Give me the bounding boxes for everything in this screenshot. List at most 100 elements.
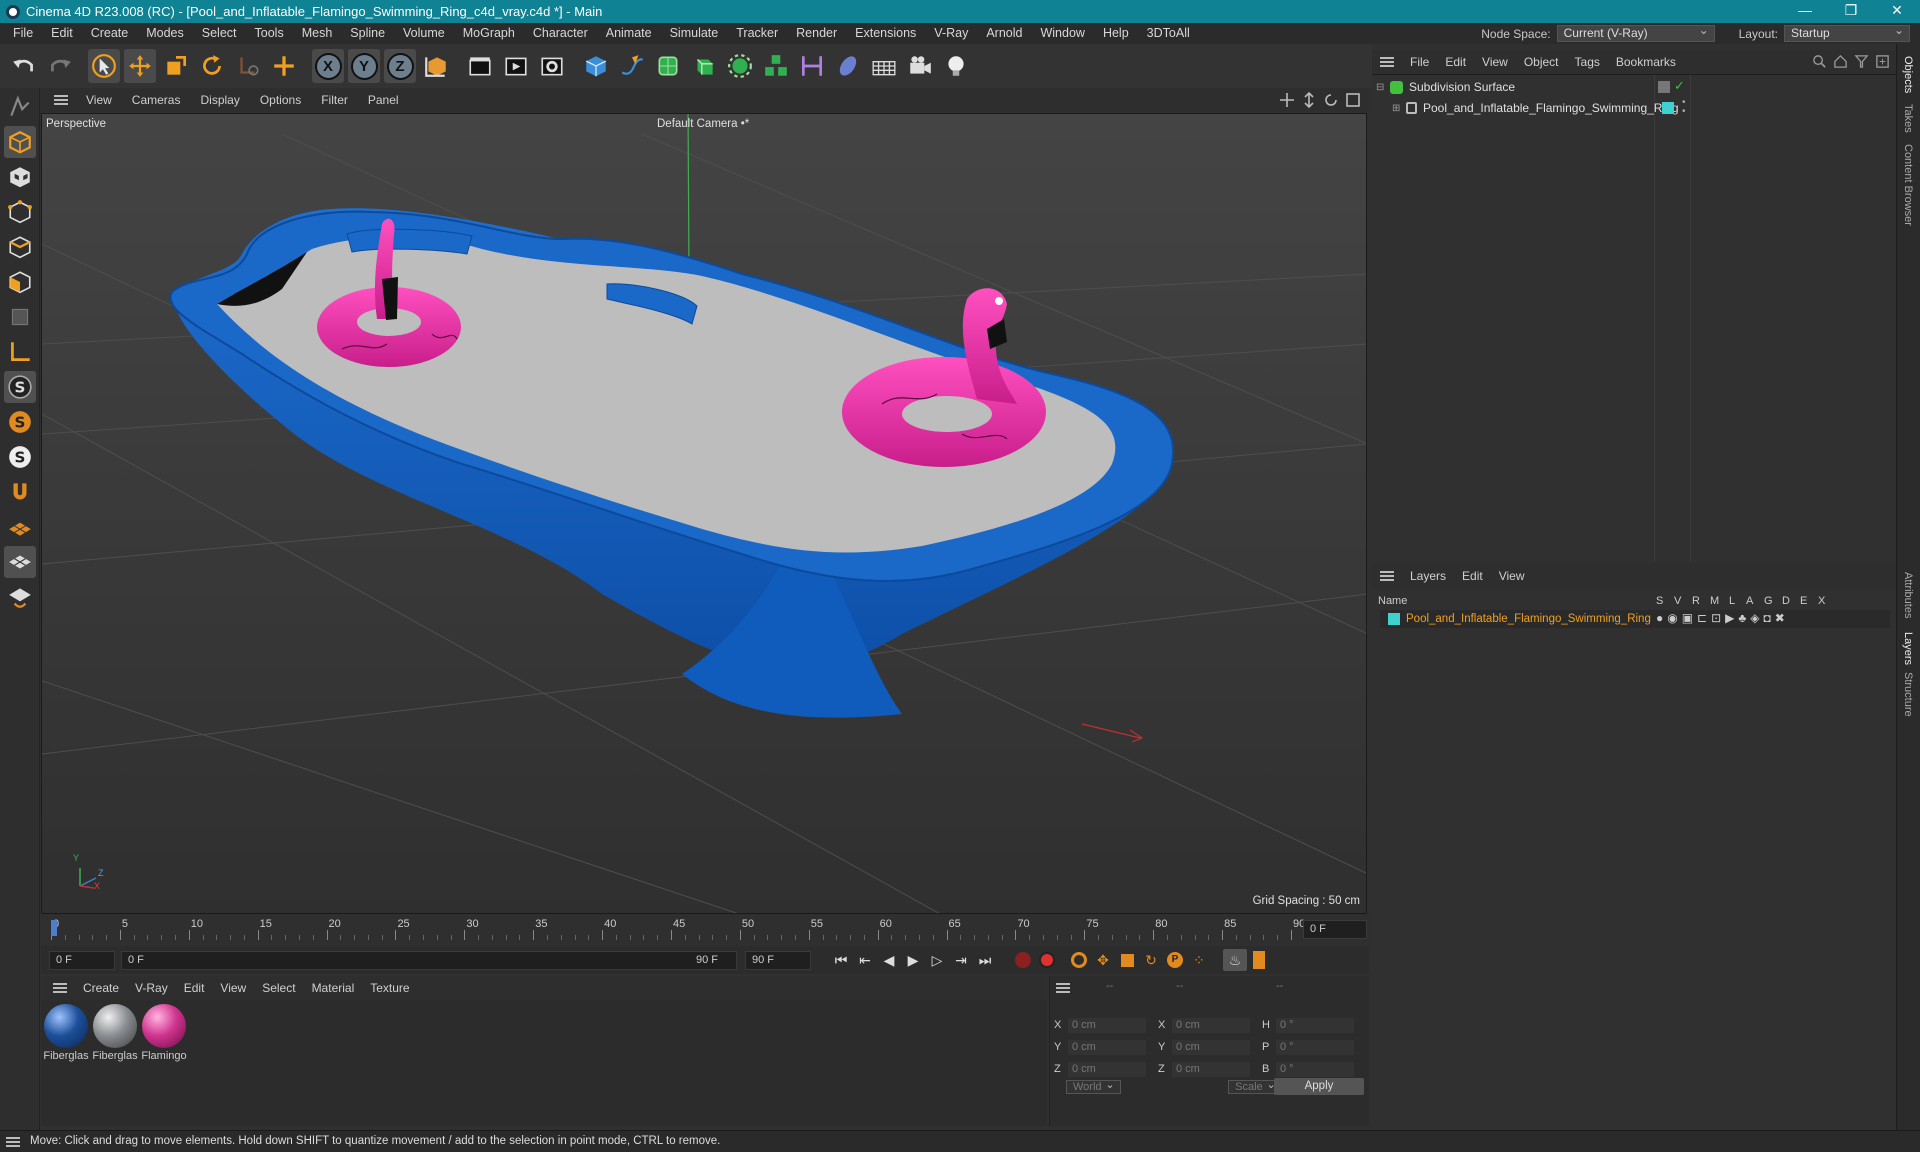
x-axis-lock-button[interactable]: X: [312, 49, 344, 83]
y-axis-lock-button[interactable]: Y: [348, 49, 380, 83]
viewport-menu-panel[interactable]: Panel: [358, 93, 409, 107]
key-parameter-button[interactable]: P: [1163, 949, 1187, 971]
workplane-button[interactable]: [4, 511, 36, 543]
status-hamburger-icon[interactable]: [6, 1137, 20, 1147]
object-row[interactable]: ⊟ Subdivision Surface ✓: [1376, 78, 1892, 96]
camera-button[interactable]: [904, 49, 936, 83]
viewport-menu-display[interactable]: Display: [190, 93, 249, 107]
viewport-menu-cameras[interactable]: Cameras: [122, 93, 191, 107]
move-tool-button[interactable]: [124, 49, 156, 83]
previous-key-button[interactable]: ⇤: [853, 949, 877, 971]
pan-view-icon[interactable]: [1279, 92, 1295, 108]
layer-menu-edit[interactable]: Edit: [1454, 569, 1491, 583]
magnet-button[interactable]: [4, 476, 36, 508]
object-menu-tags[interactable]: Tags: [1567, 55, 1608, 69]
search-icon[interactable]: [1812, 54, 1827, 69]
tab-attributes[interactable]: Attributes: [1902, 572, 1914, 618]
menu-simulate[interactable]: Simulate: [661, 23, 728, 44]
keyframe-selection-button[interactable]: [1067, 949, 1091, 971]
material-item[interactable]: Fiberglas: [43, 1000, 89, 1062]
mograph-button[interactable]: [760, 49, 792, 83]
size-z-field[interactable]: 0 cm: [1172, 1062, 1250, 1077]
key-scale-button[interactable]: [1115, 949, 1139, 971]
rotation-h-field[interactable]: 0 °: [1276, 1018, 1354, 1033]
menu-edit[interactable]: Edit: [42, 23, 82, 44]
menu-modes[interactable]: Modes: [137, 23, 193, 44]
node-space-dropdown[interactable]: Current (V-Ray): [1556, 23, 1715, 42]
material-menu-texture[interactable]: Texture: [362, 981, 417, 995]
layer-menu-view[interactable]: View: [1491, 569, 1533, 583]
material-menu-vray[interactable]: V-Ray: [127, 981, 176, 995]
menu-volume[interactable]: Volume: [394, 23, 454, 44]
extrude-button[interactable]: [688, 49, 720, 83]
enabled-check-icon[interactable]: ✓: [1674, 78, 1685, 94]
next-key-button[interactable]: ⇥: [949, 949, 973, 971]
rotate-view-icon[interactable]: [1323, 92, 1339, 108]
edge-mode-button[interactable]: [4, 231, 36, 263]
apply-button[interactable]: Apply: [1274, 1078, 1364, 1095]
material-hamburger-icon[interactable]: [53, 983, 67, 993]
go-to-start-button[interactable]: ⏮: [829, 949, 853, 971]
home-icon[interactable]: [1833, 54, 1848, 69]
rotate-tool-button[interactable]: [196, 49, 228, 83]
material-menu-edit[interactable]: Edit: [176, 981, 213, 995]
model-mode-button[interactable]: [4, 126, 36, 158]
key-pla-button[interactable]: ⁘: [1187, 949, 1211, 971]
coordinate-space-dropdown[interactable]: World: [1066, 1080, 1121, 1094]
layer-color-icon[interactable]: [1662, 102, 1674, 114]
material-menu-create[interactable]: Create: [75, 981, 127, 995]
material-menu-material[interactable]: Material: [304, 981, 363, 995]
snap-button[interactable]: S: [4, 371, 36, 403]
autokey-button[interactable]: [1035, 949, 1059, 971]
expand-icon[interactable]: ⊞: [1392, 103, 1402, 114]
field-button[interactable]: [832, 49, 864, 83]
layer-col-generators[interactable]: G: [1764, 595, 1773, 607]
workplane-snap-button[interactable]: S: [4, 441, 36, 473]
start-frame-field[interactable]: 0 F: [49, 950, 115, 970]
subdivision-surface-button[interactable]: [652, 49, 684, 83]
object-menu-edit[interactable]: Edit: [1437, 55, 1474, 69]
snap-settings-button[interactable]: S: [4, 406, 36, 438]
layer-col-animation[interactable]: A: [1746, 595, 1753, 607]
layer-col-name[interactable]: Name: [1378, 595, 1407, 607]
end-frame-field[interactable]: 90 F: [745, 950, 811, 970]
viewport-menu-options[interactable]: Options: [250, 93, 311, 107]
spline-pen-button[interactable]: [616, 49, 648, 83]
maximize-view-icon[interactable]: [1345, 92, 1361, 108]
tab-structure[interactable]: Structure: [1902, 672, 1914, 717]
collapse-icon[interactable]: ⊟: [1376, 82, 1386, 93]
texture-mode-button[interactable]: [4, 161, 36, 193]
viewport-menu-view[interactable]: View: [76, 93, 122, 107]
coords-hamburger-icon[interactable]: [1056, 983, 1070, 993]
redo-button[interactable]: [44, 49, 76, 83]
viewport-menu-filter[interactable]: Filter: [311, 93, 358, 107]
tab-content-browser[interactable]: Content Browser: [1902, 144, 1914, 226]
tab-objects[interactable]: Objects: [1902, 56, 1914, 93]
filter-icon[interactable]: [1854, 54, 1869, 69]
layer-col-view[interactable]: V: [1674, 595, 1681, 607]
object-hamburger-icon[interactable]: [1380, 57, 1394, 67]
point-mode-button[interactable]: [4, 196, 36, 228]
record-button[interactable]: [1011, 949, 1035, 971]
menu-extensions[interactable]: Extensions: [846, 23, 925, 44]
menu-character[interactable]: Character: [524, 23, 597, 44]
material-menu-select[interactable]: Select: [254, 981, 303, 995]
timeline-ruler[interactable]: 051015202530354045505560657075808590: [51, 918, 1305, 940]
layer-toggles[interactable]: ●◉▣⊏⊡▶♣◈◘✖: [1656, 611, 1789, 625]
rotation-b-field[interactable]: 0 °: [1276, 1062, 1354, 1077]
playhead-marker[interactable]: [51, 920, 57, 936]
tab-takes[interactable]: Takes: [1902, 104, 1914, 133]
object-menu-view[interactable]: View: [1474, 55, 1516, 69]
go-to-end-button[interactable]: ⏭: [973, 949, 997, 971]
material-menu-view[interactable]: View: [212, 981, 254, 995]
layer-col-xref[interactable]: X: [1818, 595, 1825, 607]
menu-render[interactable]: Render: [787, 23, 846, 44]
key-rotation-button[interactable]: ↻: [1139, 949, 1163, 971]
cloner-button[interactable]: [724, 49, 756, 83]
render-button[interactable]: [500, 49, 532, 83]
layer-menu-layers[interactable]: Layers: [1402, 569, 1454, 583]
undo-button[interactable]: [8, 49, 40, 83]
material-item[interactable]: Flamingo: [141, 1000, 187, 1062]
close-button[interactable]: ✕: [1874, 0, 1920, 23]
layer-row[interactable]: Pool_and_Inflatable_Flamingo_Swimming_Ri…: [1380, 610, 1890, 628]
